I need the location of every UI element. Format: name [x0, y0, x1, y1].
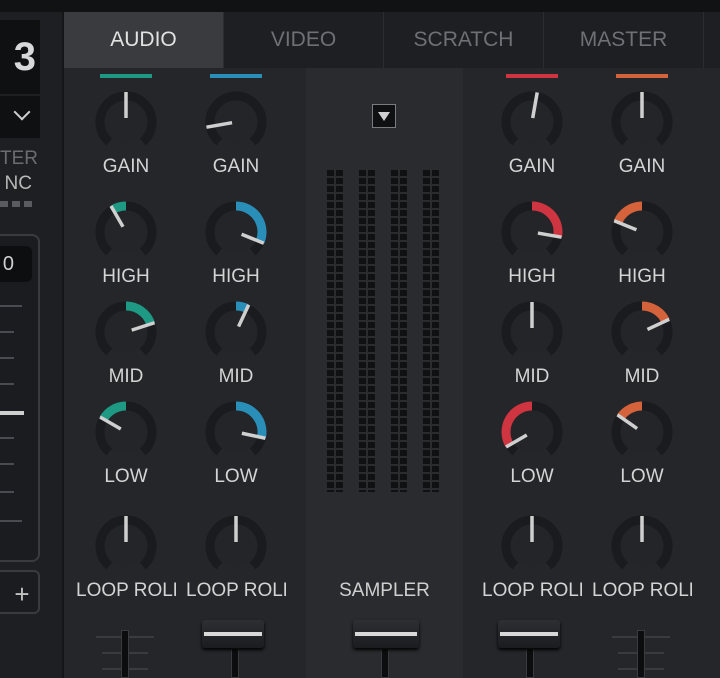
channel-4-fx-knob[interactable]	[606, 510, 678, 582]
channel-4-fader-track[interactable]	[637, 630, 645, 678]
channel-3-mid-knob[interactable]	[496, 296, 568, 368]
channel-2-fx-label: LOOP ROLL	[186, 580, 286, 601]
channel-4-high-knob[interactable]	[606, 196, 678, 268]
pitch-slider[interactable]	[0, 234, 40, 562]
channel-4-mid-label: MID	[624, 366, 660, 387]
channel-4-gain-knob[interactable]	[606, 86, 678, 158]
channel-1-low-label: LOW	[104, 466, 148, 487]
channel-3-low-label: LOW	[510, 466, 554, 487]
channel-4-mid-knob[interactable]	[606, 296, 678, 368]
sync-indicators	[0, 201, 40, 207]
channel-1-color-bar	[100, 74, 152, 78]
channel-4-gain-label: GAIN	[618, 156, 666, 177]
pitch-tick	[0, 383, 14, 385]
channel-2-low-label: LOW	[214, 466, 258, 487]
channel-3-fx-label: LOOP ROLL	[482, 580, 582, 601]
deck-dropdown[interactable]	[0, 96, 40, 138]
channel-4-low-label: LOW	[620, 466, 664, 487]
channel-2-high-knob[interactable]	[200, 196, 272, 268]
tab-audio[interactable]: AUDIO	[64, 12, 224, 68]
deck-number[interactable]: 3	[0, 20, 40, 94]
channel-1-high-knob[interactable]	[90, 196, 162, 268]
vu-meter	[359, 170, 375, 492]
channel-3-high-knob[interactable]	[496, 196, 568, 268]
channel-4-high-label: HIGH	[618, 266, 666, 287]
pitch-tick	[0, 331, 14, 333]
channel-3-gain-knob[interactable]	[496, 86, 568, 158]
pitch-tick	[0, 357, 14, 359]
channel-2-fx-knob[interactable]	[200, 510, 272, 582]
channel-4-fx-label: LOOP ROLL	[592, 580, 692, 601]
sampler-volume-fader[interactable]	[353, 620, 419, 648]
tab-video[interactable]: VIDEO	[224, 12, 384, 68]
pitch-value[interactable]: 0	[0, 246, 32, 282]
channel-2-gain-label: GAIN	[212, 156, 260, 177]
channel-3-low-knob[interactable]	[496, 396, 568, 468]
channel-2-volume-fader[interactable]	[202, 620, 264, 648]
channel-3-fader-track[interactable]	[526, 648, 534, 678]
pitch-tick	[0, 437, 14, 439]
pitch-tick	[0, 305, 22, 307]
channel-2-mid-label: MID	[218, 366, 254, 387]
tab-scratch[interactable]: SCRATCH	[384, 12, 544, 68]
channel-2-gain-knob[interactable]	[200, 86, 272, 158]
vu-meter	[423, 170, 439, 492]
pitch-tick	[0, 463, 14, 465]
channel-2-fader-track[interactable]	[231, 648, 239, 678]
tab-master[interactable]: MASTER	[544, 12, 704, 68]
channel-1-fx-label: LOOP ROLL	[76, 580, 176, 601]
channel-1-mid-knob[interactable]	[90, 296, 162, 368]
channel-2-high-label: HIGH	[212, 266, 260, 287]
channel-1-low-knob[interactable]	[90, 396, 162, 468]
channel-1-fader-track[interactable]	[121, 630, 129, 678]
channel-1-gain-knob[interactable]	[90, 86, 162, 158]
channel-1-fx-knob[interactable]	[90, 510, 162, 582]
pitch-plus-button[interactable]: +	[0, 570, 40, 614]
vu-meter	[391, 170, 407, 492]
sampler-label: SAMPLER	[339, 580, 430, 601]
channel-1-gain-label: GAIN	[102, 156, 150, 177]
channel-4-low-knob[interactable]	[606, 396, 678, 468]
chevron-down-icon	[13, 103, 31, 121]
mixer-tab-bar: AUDIO VIDEO SCRATCH MASTER	[64, 12, 720, 68]
channel-3-high-label: HIGH	[508, 266, 556, 287]
channel-4-color-bar	[616, 74, 668, 78]
channel-1-high-label: HIGH	[102, 266, 150, 287]
pitch-tick	[0, 520, 22, 522]
sampler-dropdown-button[interactable]	[372, 104, 396, 128]
master-button[interactable]: TER	[0, 148, 38, 170]
channel-3-gain-label: GAIN	[508, 156, 556, 177]
channel-3-volume-fader[interactable]	[498, 620, 560, 648]
channel-2-mid-knob[interactable]	[200, 296, 272, 368]
channel-3-mid-label: MID	[514, 366, 550, 387]
channel-2-color-bar	[210, 74, 262, 78]
vu-meter	[327, 170, 343, 492]
pitch-tick	[0, 491, 14, 493]
channel-2-low-knob[interactable]	[200, 396, 272, 468]
pitch-slider-handle[interactable]	[0, 411, 24, 415]
sync-button[interactable]: NC	[0, 173, 32, 195]
channel-3-color-bar	[506, 74, 558, 78]
crossfader-track[interactable]	[381, 648, 389, 678]
channel-3-fx-knob[interactable]	[496, 510, 568, 582]
channel-1-mid-label: MID	[108, 366, 144, 387]
